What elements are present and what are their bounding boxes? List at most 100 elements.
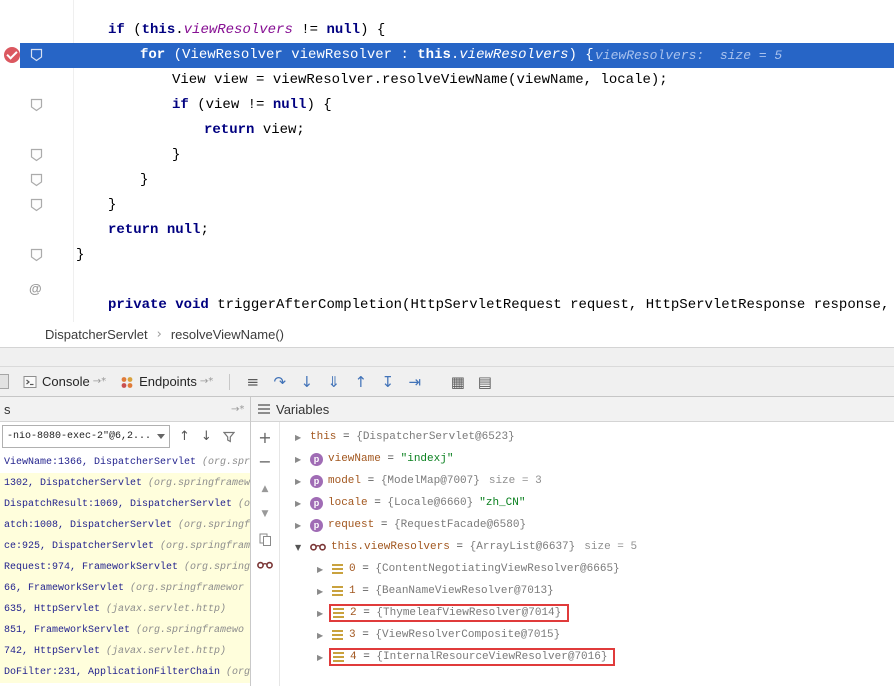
expand-arrow-icon[interactable]: ▶ [295, 521, 310, 530]
watch-row[interactable]: ▼this.viewResolvers = {ArrayList@6637}si… [281, 536, 894, 558]
step-out-icon[interactable]: ↑ [347, 369, 374, 395]
breadcrumb-class[interactable]: DispatcherServlet [45, 327, 148, 342]
tab-endpoints-label: Endpoints [139, 374, 197, 389]
move-up-icon[interactable]: ▲ [251, 484, 279, 494]
stack-frame-row[interactable]: ViewName:1366, DispatcherServlet (org.sp… [0, 452, 250, 473]
stack-frame-row[interactable]: 851, FrameworkServlet (org.springframewo [0, 620, 250, 641]
code-line: if (view != null) { [0, 93, 894, 118]
force-step-into-icon[interactable]: ⇓ [320, 369, 347, 395]
tab-endpoints[interactable]: Endpoints →* [113, 367, 220, 396]
variable-row[interactable]: ▶pviewName = "indexj" [281, 448, 894, 470]
bookmark-flag-icon[interactable] [30, 198, 43, 217]
clipped-tab-icon[interactable] [0, 374, 9, 389]
variables-panel-header: Variables [251, 397, 894, 422]
variable-content: 3 = {ViewResolverComposite@7015} [332, 629, 560, 641]
annotation-gutter-icon: @ [29, 281, 42, 296]
array-element-row[interactable]: ▶3 = {ViewResolverComposite@7015} [281, 624, 894, 646]
code-line: if (this.viewResolvers != null) { [0, 18, 894, 43]
previous-frame-icon[interactable]: ↑ [179, 429, 190, 444]
stack-frame-row[interactable]: Request:974, FrameworkServlet (org.sprin… [0, 557, 250, 578]
variable-row[interactable]: ▶pmodel = {ModelMap@7007}size = 3 [281, 470, 894, 492]
layout-menu-icon[interactable]: ≡ [239, 369, 266, 395]
drop-frame-icon[interactable]: ↧ [374, 369, 401, 395]
expand-arrow-icon[interactable]: ▶ [317, 631, 332, 640]
expand-arrow-icon[interactable]: ▶ [295, 499, 310, 508]
frames-panel-title: s [4, 402, 11, 417]
move-down-icon[interactable]: ▼ [251, 509, 279, 519]
code-line: } [0, 168, 894, 193]
code-line: return null; [0, 218, 894, 243]
parameter-icon: p [310, 453, 323, 466]
array-element-icon [333, 608, 344, 618]
array-element-row[interactable]: ▶1 = {BeanNameViewResolver@7013} [281, 580, 894, 602]
bookmark-flag-icon[interactable] [30, 173, 43, 192]
variable-row[interactable]: ▶plocale = {Locale@6660}"zh_CN" [281, 492, 894, 514]
debugger-inline-hint: viewResolvers: size = 5 [595, 43, 782, 68]
parameter-icon: p [310, 475, 323, 488]
stack-frame-row[interactable]: 66, FrameworkServlet (org.springframewor [0, 578, 250, 599]
hide-frames-icon[interactable] [223, 431, 235, 443]
stack-frame-row[interactable]: 1302, DispatcherServlet (org.springframe… [0, 473, 250, 494]
variable-content: prequest = {RequestFacade@6580} [310, 519, 526, 532]
thread-selector[interactable]: -nio-8080-exec-2"@6,2... [2, 425, 170, 448]
array-element-icon [333, 652, 344, 662]
array-element-icon [332, 630, 343, 640]
step-over-icon[interactable]: ↷ [266, 369, 293, 395]
breakpoint-hit-icon[interactable] [4, 47, 20, 63]
next-frame-icon[interactable]: ↓ [201, 429, 212, 444]
code-line: for (ViewResolver viewResolver : this.vi… [0, 43, 894, 68]
stack-frame-row[interactable]: DoFilter:231, ApplicationFilterChain (or… [0, 662, 250, 683]
show-watches-icon[interactable] [251, 560, 279, 570]
bookmark-flag-icon[interactable] [30, 98, 43, 117]
editor-toolwindow-splitter[interactable] [0, 348, 894, 367]
code-editor: if (this.viewResolvers != null) {for (Vi… [0, 0, 894, 322]
variable-content: this = {DispatcherServlet@6523} [310, 431, 515, 443]
breadcrumb: DispatcherServlet › resolveViewName() [0, 322, 894, 348]
variable-row[interactable]: ▶prequest = {RequestFacade@6580} [281, 514, 894, 536]
bookmark-flag-icon[interactable] [30, 48, 43, 67]
view-as-table-icon[interactable]: ▦ [444, 369, 471, 395]
array-element-row[interactable]: ▶0 = {ContentNegotiatingViewResolver@666… [281, 558, 894, 580]
tab-console-suffix: →* [93, 376, 106, 387]
stack-frame-row[interactable]: 635, HttpServlet (javax.servlet.http) [0, 599, 250, 620]
stack-frame-row[interactable]: ce:925, DispatcherServlet (org.springfra… [0, 536, 250, 557]
debug-step-icons: ≡↷↓⇓↑↧⇥ ▦▤ [239, 369, 498, 395]
code-line: } [0, 193, 894, 218]
run-to-cursor-icon[interactable]: ⇥ [401, 369, 428, 395]
array-element-row[interactable]: ▶2 = {ThymeleafViewResolver@7014} [281, 602, 894, 624]
array-element-row[interactable]: ▶4 = {InternalResourceViewResolver@7016} [281, 646, 894, 668]
stack-frame-row[interactable]: 742, HttpServlet (javax.servlet.http) [0, 641, 250, 662]
expand-arrow-icon[interactable]: ▶ [295, 477, 310, 486]
variable-content: plocale = {Locale@6660}"zh_CN" [310, 497, 525, 510]
console-icon [23, 375, 37, 389]
tab-endpoints-suffix: →* [200, 376, 213, 387]
variable-content: 0 = {ContentNegotiatingViewResolver@6665… [332, 563, 620, 575]
frames-header-arrow-icon: →* [231, 404, 244, 415]
stack-frames-list: ViewName:1366, DispatcherServlet (org.sp… [0, 452, 250, 686]
bookmark-flag-icon[interactable] [30, 148, 43, 167]
expand-arrow-icon[interactable]: ▶ [317, 565, 332, 574]
expand-arrow-icon[interactable]: ▶ [295, 455, 310, 464]
breadcrumb-method[interactable]: resolveViewName() [171, 327, 284, 342]
variables-panel-icon [258, 404, 270, 414]
expand-arrow-icon[interactable]: ▶ [317, 587, 332, 596]
bookmark-flag-icon[interactable] [30, 248, 43, 267]
layout-settings-icon[interactable]: ▤ [471, 369, 498, 395]
watch-icon [310, 542, 326, 552]
collapse-arrow-icon[interactable]: ▼ [295, 543, 310, 552]
stack-frame-row[interactable]: DispatchResult:1069, DispatcherServlet (… [0, 494, 250, 515]
breadcrumb-separator-icon: › [157, 327, 162, 342]
check-icon [6, 48, 17, 59]
step-into-icon[interactable]: ↓ [293, 369, 320, 395]
stack-frame-row[interactable]: atch:1008, DispatcherServlet (org.spring… [0, 515, 250, 536]
add-watch-icon[interactable]: + [251, 428, 279, 447]
code-line: } [0, 243, 894, 268]
frames-panel-header: s →* [0, 397, 250, 422]
intellij-debug-window: if (this.viewResolvers != null) {for (Vi… [0, 0, 894, 686]
remove-watch-icon[interactable]: − [251, 452, 279, 471]
variable-row[interactable]: ▶this = {DispatcherServlet@6523} [281, 426, 894, 448]
expand-arrow-icon[interactable]: ▶ [295, 433, 310, 442]
copy-icon[interactable] [251, 533, 279, 547]
tab-console[interactable]: Console →* [16, 367, 113, 396]
code-line: View view = viewResolver.resolveViewName… [0, 68, 894, 93]
